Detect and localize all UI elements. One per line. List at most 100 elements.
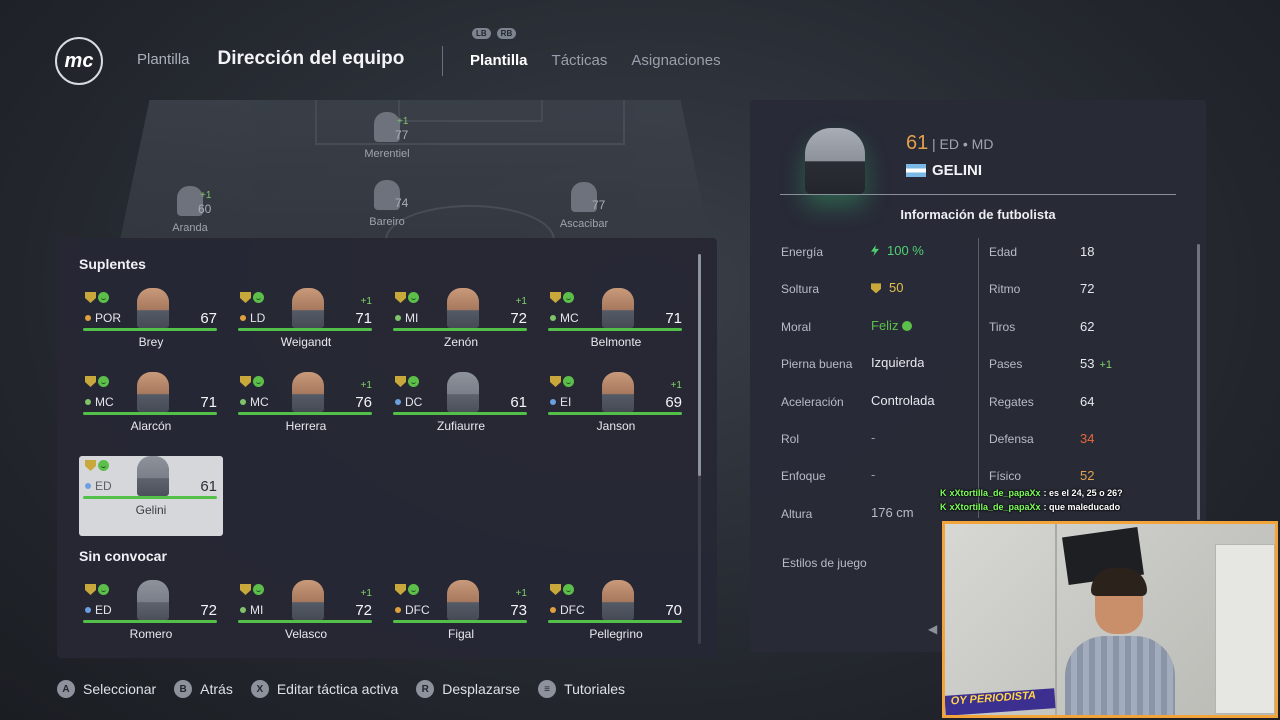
door [1215, 544, 1275, 714]
hint-edit-tactic[interactable]: X Editar táctica activa [250, 680, 398, 698]
bench-player-card[interactable]: MI +1 72 Zenón [389, 288, 533, 368]
arrow-left-icon[interactable]: ◀ [928, 622, 937, 636]
stat-value-text: 52 [1080, 468, 1095, 484]
position-dot-icon [85, 399, 91, 405]
status-icons [395, 584, 419, 595]
stat-value: 176 cm [871, 505, 914, 520]
fitness-bar [393, 620, 527, 623]
stat-label: Rol [781, 432, 800, 446]
info-scrollbar[interactable] [1197, 244, 1200, 520]
player-portrait [602, 372, 634, 412]
morale-smile-icon [408, 292, 419, 303]
player-overall: 61 [200, 478, 217, 495]
stat-label: Enfoque [781, 469, 826, 484]
status-icons [240, 292, 264, 303]
fitness-bar [83, 620, 217, 623]
hint-label: Atrás [200, 681, 233, 697]
player-position: ED [85, 479, 112, 493]
player-portrait [447, 580, 479, 620]
hint-scroll[interactable]: R Desplazarse [416, 680, 520, 698]
pitch-player[interactable]: 74 Bareiro [355, 180, 419, 228]
rating-delta: +1 [670, 380, 682, 391]
stat-value: - [871, 430, 875, 445]
stat-label: Físico [989, 469, 1022, 484]
fitness-bar [393, 412, 527, 415]
bench-player-card[interactable]: ED 72 Romero [79, 580, 223, 660]
webcam-banner: OY PERIODISTA [945, 688, 1056, 715]
player-rating: 60 [198, 202, 212, 216]
pitch-player[interactable]: 77 Ascacibar [552, 182, 616, 230]
stat-label: Energía [781, 245, 824, 259]
morale-smile-icon [408, 376, 419, 387]
player-overall: 61 [906, 132, 929, 154]
tab-plantilla[interactable]: Plantilla [470, 52, 528, 69]
chat-user: xXtortilla_de_papaXx [949, 502, 1041, 512]
bumper-hints: LB RB [472, 28, 517, 39]
stat-value: 52 [1080, 468, 1099, 483]
stat-value: 18 [1080, 244, 1099, 259]
breadcrumb-plantilla[interactable]: Plantilla [137, 51, 190, 68]
hint-select[interactable]: A Seleccionar [57, 680, 156, 698]
player-name: Janson [596, 419, 636, 433]
player-overall: 67 [200, 310, 217, 327]
logo-text: mc [64, 49, 94, 72]
bench-player-card[interactable]: LD +1 71 Weigandt [234, 288, 378, 368]
bench-player-card[interactable]: EI +1 69 Janson [544, 372, 688, 452]
sharpness-shield-icon [871, 283, 881, 294]
stat-value-text: 72 [1080, 281, 1095, 297]
position-label: LD [250, 311, 266, 325]
stat-value: Izquierda [871, 355, 924, 370]
player-position: DC [395, 395, 422, 409]
scrollbar-thumb[interactable] [698, 254, 701, 476]
player-position: LD [240, 311, 265, 325]
r-stick-icon: R [416, 680, 435, 698]
energy-bolt-icon [871, 245, 879, 256]
sharpness-shield-icon [395, 292, 406, 303]
wall-edge [1055, 524, 1057, 715]
sharpness-shield-icon [85, 292, 96, 303]
chat-text: : es el 24, 25 o 26? [1043, 488, 1123, 498]
sharpness-shield-icon [240, 292, 251, 303]
stat-value: 62 [1080, 319, 1099, 334]
position-label: DFC [405, 603, 430, 617]
status-icons [240, 376, 264, 387]
bench-player-card[interactable]: MC 71 Alarcón [79, 372, 223, 452]
fitness-bar [238, 328, 372, 331]
player-name: Brey [138, 335, 164, 349]
fitness-bar [238, 620, 372, 623]
stat-label: Altura [781, 506, 813, 521]
player-overall: 69 [665, 394, 682, 411]
player-position: EI [550, 395, 571, 409]
bench-player-card[interactable]: DFC +1 73 Figal [389, 580, 533, 660]
tab-asignaciones[interactable]: Asignaciones [631, 52, 720, 69]
goal-area [398, 100, 543, 122]
bench-player-card[interactable]: MC +1 76 Herrera [234, 372, 378, 452]
shirt [1065, 636, 1175, 715]
bench-player-card[interactable]: ED 61 Gelini [79, 456, 223, 536]
player-position: POR [85, 311, 121, 325]
status-icons [550, 292, 574, 303]
hint-label: Desplazarse [442, 681, 521, 697]
pitch-player[interactable]: +1 77 Merentiel [355, 112, 419, 160]
position-label: EI [560, 395, 572, 409]
bench-player-card[interactable]: DC 61 Zufiaurre [389, 372, 533, 452]
bench-player-card[interactable]: POR 67 Brey [79, 288, 223, 368]
bench-player-card[interactable]: MI +1 72 Velasco [234, 580, 378, 660]
player-name: Pellegrino [589, 627, 643, 641]
player-overall: 72 [200, 602, 217, 619]
bench-player-card[interactable]: DFC 70 Pellegrino [544, 580, 688, 660]
hint-tutorials[interactable]: ≡ Tutoriales [538, 680, 625, 698]
position-label: POR [95, 311, 122, 325]
player-name: Bareiro [369, 216, 405, 228]
webcam-feed: OY PERIODISTA [942, 521, 1278, 718]
position-label: MC [250, 395, 269, 409]
hint-back[interactable]: B Atrás [174, 680, 233, 698]
bench-player-card[interactable]: MC 71 Belmonte [544, 288, 688, 368]
pitch-player[interactable]: +1 60 Aranda [158, 186, 222, 234]
stat-label: Ritmo [989, 282, 1021, 297]
position-dot-icon [550, 607, 556, 613]
bench-scrollbar[interactable] [698, 254, 701, 644]
sharpness-shield-icon [85, 460, 96, 471]
tab-tacticas[interactable]: Tácticas [552, 52, 608, 69]
morale-smile-icon [253, 292, 264, 303]
